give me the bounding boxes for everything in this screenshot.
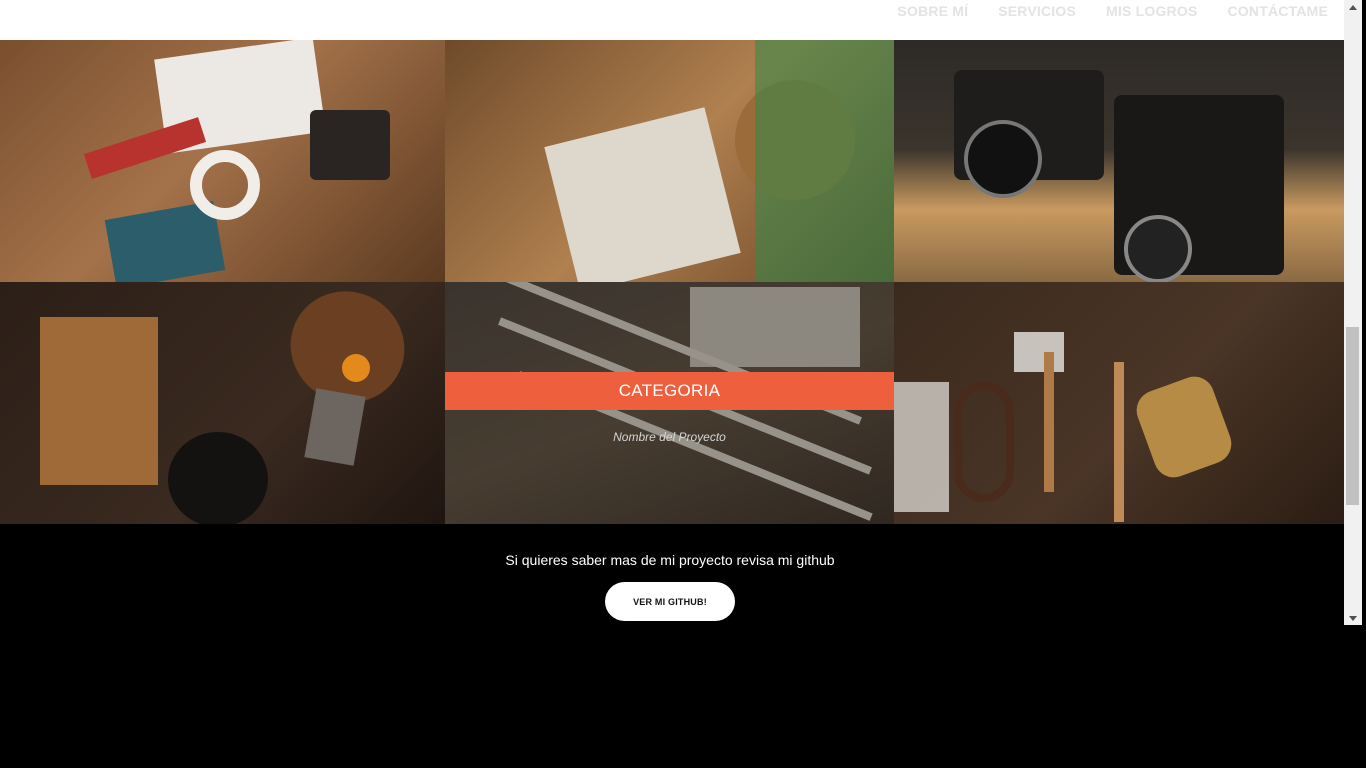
camera-lens-shape	[964, 120, 1042, 198]
tongs-shape	[954, 382, 1014, 502]
ampersand-shape	[190, 150, 260, 220]
portfolio-item-design-desk[interactable]	[0, 40, 445, 282]
nav-links: SOBRE MÍ SERVICIOS MIS LOGROS CONTÁCTAME	[897, 3, 1328, 19]
page-scrollbar[interactable]	[1344, 0, 1362, 625]
scroll-down-arrow-icon[interactable]	[1344, 611, 1362, 625]
axe-head-shape	[1014, 332, 1064, 372]
folding-lens-shape	[1124, 215, 1192, 282]
category-bar: CATEGORIA	[445, 372, 894, 410]
hammer-handle-shape	[1114, 362, 1124, 522]
portfolio-grid: CATEGORIA Nombre del Proyecto	[0, 40, 1344, 524]
nav-link-servicios[interactable]: SERVICIOS	[998, 3, 1076, 19]
category-label: CATEGORIA	[618, 381, 721, 400]
nav-link-sobre-mi[interactable]: SOBRE MÍ	[897, 3, 968, 19]
cutting-board-shape	[40, 317, 158, 485]
axe-handle-shape	[1044, 352, 1054, 492]
project-name: Nombre del Proyecto	[613, 430, 726, 444]
portfolio-item-pencils[interactable]: CATEGORIA Nombre del Proyecto	[445, 282, 894, 524]
cleaver-shape	[304, 388, 366, 466]
gloves-shape	[1131, 371, 1237, 483]
portfolio-item-cameras[interactable]	[894, 40, 1344, 282]
nav-link-mis-logros[interactable]: MIS LOGROS	[1106, 3, 1197, 19]
portfolio-item-tools[interactable]	[894, 282, 1344, 524]
github-cta-text: Si quieres saber mas de mi proyecto revi…	[505, 552, 835, 568]
green-bottle-shape	[755, 40, 894, 282]
window-light-shape	[894, 382, 949, 512]
skillet-shape	[168, 432, 268, 524]
notebook-shape	[544, 107, 741, 282]
github-button-label: VER MI GITHUB!	[633, 596, 707, 607]
github-button[interactable]: VER MI GITHUB!	[605, 582, 735, 621]
camera-shape	[310, 110, 390, 180]
orange-shape	[342, 354, 370, 382]
portfolio-item-kitchen[interactable]	[0, 282, 445, 524]
portfolio-item-notebooks[interactable]	[445, 40, 894, 282]
top-nav: SOBRE MÍ SERVICIOS MIS LOGROS CONTÁCTAME	[0, 0, 1344, 40]
scroll-up-arrow-icon[interactable]	[1344, 0, 1362, 14]
scrollbar-thumb[interactable]	[1346, 327, 1359, 505]
nav-link-contactame[interactable]: CONTÁCTAME	[1227, 3, 1328, 19]
